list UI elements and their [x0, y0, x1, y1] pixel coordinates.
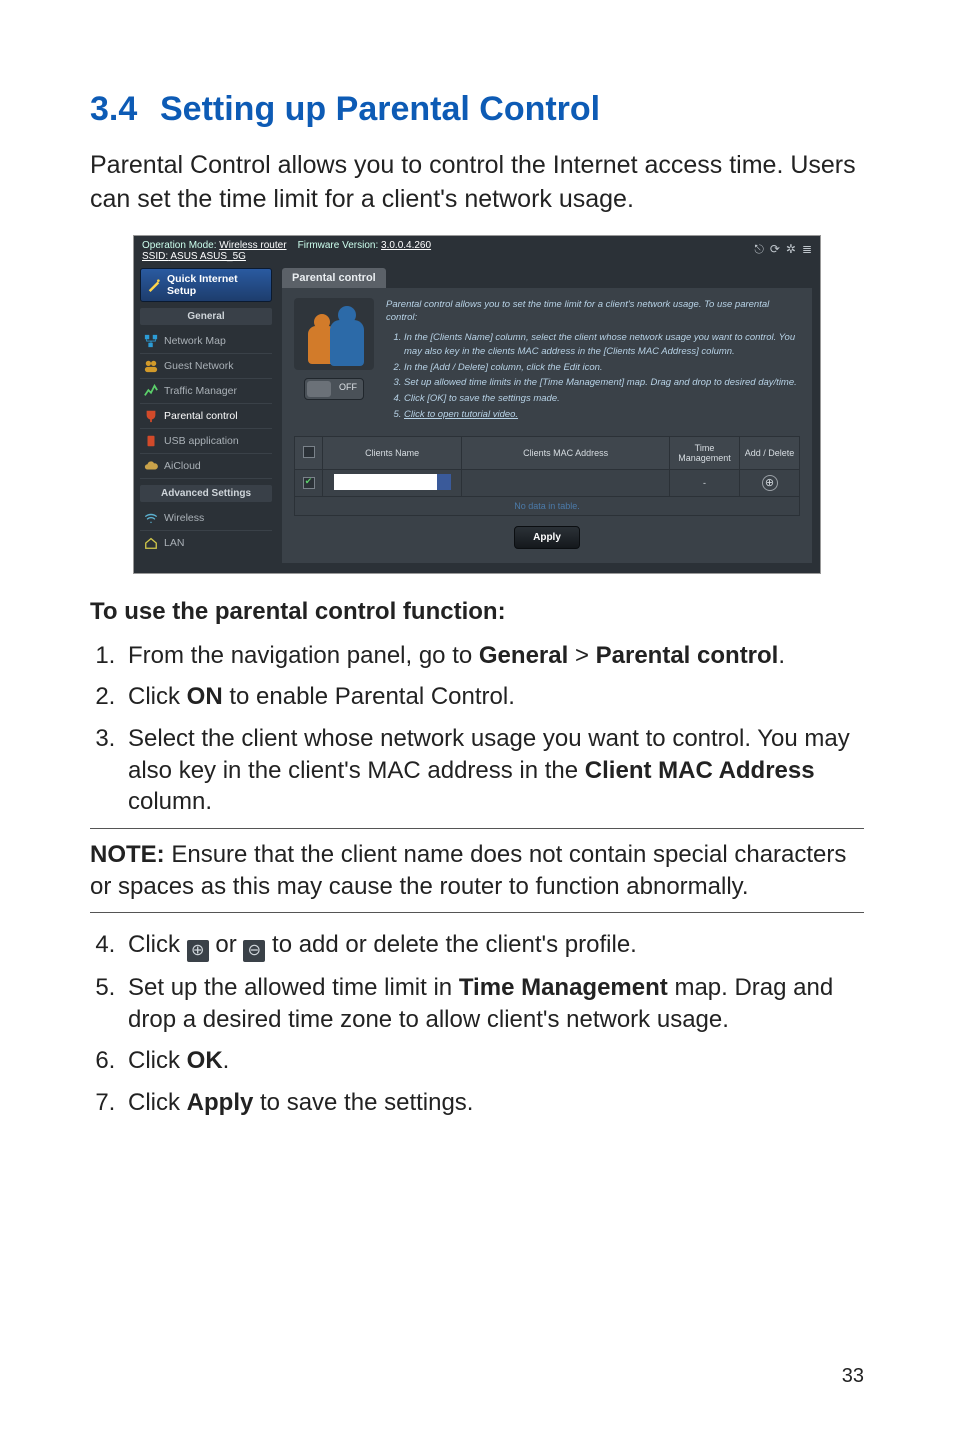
- sitemap-icon[interactable]: ≣: [802, 242, 812, 257]
- ssid-value[interactable]: ASUS ASUS_5G: [170, 251, 246, 262]
- nav-label: Parental control: [164, 410, 238, 422]
- nav-label: LAN: [164, 537, 184, 549]
- traffic-manager-icon: [144, 384, 158, 398]
- nav-label: USB application: [164, 435, 239, 447]
- lead-paragraph: Parental Control allows you to control t…: [90, 149, 864, 217]
- steps-list-part1: From the navigation panel, go to General…: [90, 640, 864, 818]
- apply-button[interactable]: Apply: [514, 526, 580, 549]
- lan-icon: [144, 536, 158, 550]
- intro-step[interactable]: Click to open tutorial video.: [404, 408, 800, 422]
- step-1: From the navigation panel, go to General…: [122, 640, 864, 672]
- opmode-value[interactable]: Wireless router: [219, 240, 286, 251]
- content-tab[interactable]: Parental control: [282, 268, 386, 288]
- col-time-mgmt: Time Management: [670, 436, 740, 469]
- subheading: To use the parental control function:: [90, 598, 864, 626]
- router-sidebar: Quick Internet Setup General Network Map…: [134, 264, 278, 573]
- sidebar-advanced-label: Advanced Settings: [140, 485, 272, 502]
- step-2: Click ON to enable Parental Control.: [122, 681, 864, 713]
- sidebar-item-usb-application[interactable]: USB application: [140, 429, 272, 454]
- sidebar-item-traffic-manager[interactable]: Traffic Manager: [140, 379, 272, 404]
- clients-table: Clients Name Clients MAC Address Time Ma…: [294, 436, 800, 516]
- avatar-illustration: [294, 298, 374, 370]
- router-ui-figure: Operation Mode: Wireless router Firmware…: [133, 235, 821, 574]
- cloud-icon: [144, 459, 158, 473]
- ssid-label: SSID:: [142, 251, 168, 262]
- nav-label: Traffic Manager: [164, 385, 237, 397]
- intro-step: Click [OK] to save the settings made.: [404, 392, 800, 406]
- step-6: Click OK.: [122, 1045, 864, 1077]
- sidebar-item-lan[interactable]: LAN: [140, 531, 272, 555]
- parental-control-icon: [144, 409, 158, 423]
- parental-toggle[interactable]: OFF: [304, 378, 364, 400]
- fw-value[interactable]: 3.0.0.4.260: [381, 240, 431, 251]
- guest-network-icon: [144, 359, 158, 373]
- page-number: 33: [842, 1365, 864, 1388]
- add-row-button[interactable]: ⊕: [762, 475, 778, 491]
- logout-icon[interactable]: ⎋: [754, 242, 764, 257]
- sidebar-item-aicloud[interactable]: AiCloud: [140, 454, 272, 479]
- sidebar-item-parental-control[interactable]: Parental control: [140, 404, 272, 429]
- step-7: Click Apply to save the settings.: [122, 1087, 864, 1119]
- row-checkbox[interactable]: [303, 477, 315, 489]
- fw-label: Firmware Version:: [298, 240, 379, 251]
- magic-wand-icon: [147, 278, 161, 292]
- col-clients-name: Clients Name: [323, 436, 462, 469]
- nav-label: Wireless: [164, 512, 204, 524]
- step-5: Set up the allowed time limit in Time Ma…: [122, 972, 864, 1035]
- step-4: Click ⊕ or ⊖ to add or delete the client…: [122, 929, 864, 962]
- intro-step: In the [Clients Name] column, select the…: [404, 331, 800, 359]
- qis-label: Quick Internet Setup: [167, 273, 265, 297]
- sidebar-general-label: General: [140, 308, 272, 325]
- opmode-label: Operation Mode:: [142, 240, 217, 251]
- intro-step: In the [Add / Delete] column, click the …: [404, 361, 800, 375]
- timemgmt-cell: -: [670, 469, 740, 496]
- sidebar-item-guest-network[interactable]: Guest Network: [140, 354, 272, 379]
- wireless-icon: [144, 511, 158, 525]
- plus-circle-icon: ⊕: [187, 940, 209, 962]
- language-icon[interactable]: ✲: [786, 242, 796, 257]
- note-text: Ensure that the client name does not con…: [90, 841, 846, 900]
- note-label: NOTE:: [90, 841, 165, 868]
- nav-label: AiCloud: [164, 460, 201, 472]
- toggle-label: OFF: [339, 382, 357, 392]
- sidebar-item-wireless[interactable]: Wireless: [140, 506, 272, 531]
- select-all-checkbox[interactable]: [303, 446, 315, 458]
- section-title: Setting up Parental Control: [160, 90, 600, 128]
- client-name-select[interactable]: [334, 474, 451, 490]
- col-add-delete: Add / Delete: [740, 436, 800, 469]
- usb-icon: [144, 434, 158, 448]
- router-topbar: Operation Mode: Wireless router Firmware…: [134, 236, 820, 264]
- note-box: NOTE: Ensure that the client name does n…: [90, 828, 864, 913]
- intro-lead: Parental control allows you to set the t…: [386, 298, 800, 326]
- qis-button[interactable]: Quick Internet Setup: [140, 268, 272, 302]
- nav-label: Guest Network: [164, 360, 233, 372]
- steps-list-part2: Click ⊕ or ⊖ to add or delete the client…: [90, 929, 864, 1118]
- section-heading: 3.4Setting up Parental Control: [90, 90, 864, 129]
- network-map-icon: [144, 334, 158, 348]
- sidebar-item-network-map[interactable]: Network Map: [140, 329, 272, 354]
- intro-text: Parental control allows you to set the t…: [386, 298, 800, 424]
- nodata-row: No data in table.: [295, 496, 800, 515]
- col-mac-address: Clients MAC Address: [462, 436, 670, 469]
- section-number: 3.4: [90, 90, 160, 129]
- nav-label: Network Map: [164, 335, 226, 347]
- step-3: Select the client whose network usage yo…: [122, 723, 864, 818]
- intro-step: Set up allowed time limits in the [Time …: [404, 376, 800, 390]
- reboot-icon[interactable]: ⟳: [770, 242, 780, 257]
- minus-circle-icon: ⊖: [243, 940, 265, 962]
